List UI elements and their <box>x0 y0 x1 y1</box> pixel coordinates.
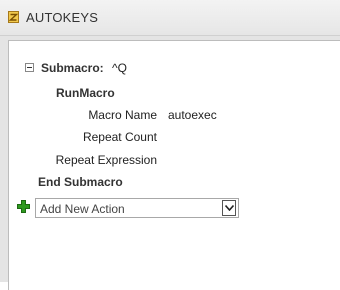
macro-icon <box>8 11 19 23</box>
green-plus-icon <box>17 200 30 213</box>
add-new-action-combo[interactable]: Add New Action <box>35 198 239 218</box>
argument-label-repeat-expression: Repeat Expression <box>55 153 157 167</box>
submacro-name[interactable]: ^Q <box>112 61 127 75</box>
argument-label-repeat-count: Repeat Count <box>82 130 157 144</box>
end-submacro-keyword[interactable]: End Submacro <box>38 175 123 189</box>
argument-label-macro-name: Macro Name <box>88 108 157 122</box>
dropdown-button[interactable] <box>222 200 236 216</box>
macro-designer-window: AUTOKEYS Submacro: ^Q RunMacro Macro Nam… <box>0 0 340 290</box>
argument-value-repeat-count[interactable] <box>168 130 268 145</box>
chevron-down-icon <box>225 205 234 211</box>
collapse-icon[interactable] <box>25 63 34 72</box>
macro-design-panel: Submacro: ^Q RunMacro Macro Name autoexe… <box>8 40 340 290</box>
add-new-action-placeholder: Add New Action <box>40 202 125 216</box>
action-name[interactable]: RunMacro <box>56 86 115 100</box>
document-tab[interactable]: AUTOKEYS <box>0 0 340 36</box>
argument-value-repeat-expression[interactable] <box>168 153 268 168</box>
document-title: AUTOKEYS <box>26 10 99 25</box>
argument-value-macro-name[interactable]: autoexec <box>168 108 217 122</box>
submacro-keyword[interactable]: Submacro: <box>41 61 104 75</box>
